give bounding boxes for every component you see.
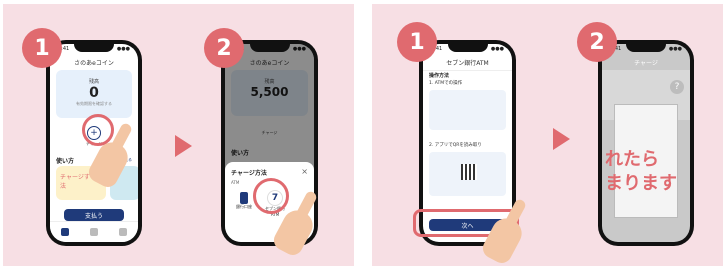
balance-value: 0 [89, 85, 99, 101]
sheet-title: チャージ方法 [231, 170, 267, 177]
step-badge-1: 1 [22, 28, 62, 68]
phone-notch [626, 44, 666, 52]
qr-code-icon [461, 164, 477, 180]
other-tab-icon[interactable] [119, 228, 128, 236]
atm-illustration [429, 90, 506, 130]
app-title: さのあeコイン [74, 60, 114, 67]
tab-bar [50, 221, 138, 242]
step-badge-1: 1 [397, 22, 437, 62]
section-label: 使い方 [56, 158, 75, 165]
bank-option-label: 銀行口座 [236, 204, 252, 209]
step-heading: 操作方法 [429, 73, 450, 79]
bank-option[interactable]: 銀行口座 [233, 192, 255, 210]
scan-frame: れたら まります [605, 104, 678, 218]
step-1-text: 1. ATMでの操作 [429, 81, 463, 86]
history-tab-icon[interactable] [89, 228, 98, 236]
balance-note: 有効期限を確認する [76, 101, 112, 106]
help-icon[interactable]: ? [670, 80, 684, 94]
step-badge-2: 2 [204, 28, 244, 68]
phone-notch [74, 44, 114, 52]
next-step-arrow-icon [175, 135, 192, 157]
step-2-text: 2. アプリでQRを読み取り [429, 143, 482, 148]
phone-notch [249, 44, 290, 52]
instruction-panel-right: 1 9:41 ●●● セブン銀行ATM 操作方法 1. ATMでの操作 2. アプ… [372, 4, 723, 267]
home-tab-icon[interactable] [60, 228, 69, 236]
big-text-line-2: まります [605, 173, 677, 194]
big-text-line-1: れたら [605, 149, 659, 170]
header-title: セブン銀行ATM [423, 58, 512, 71]
pay-button[interactable]: 支払う [64, 209, 124, 221]
balance-label: 残高 [88, 79, 99, 85]
pay-button-label: 支払う [84, 212, 103, 220]
bank-icon [240, 192, 248, 204]
next-step-arrow-icon [553, 128, 570, 150]
phone-notch [447, 44, 488, 52]
close-icon[interactable]: × [301, 167, 308, 176]
header-title: チャージ [634, 60, 658, 67]
highlight-ring-seven [253, 178, 289, 214]
phone-screen: 9:41●●● チャージ れたら まります ? [602, 44, 690, 242]
qr-illustration [429, 152, 506, 196]
sheet-subtitle: ATM [231, 180, 240, 185]
instruction-panel-left: 1 9:41 ●●● さのあeコイン 残高 0 有効期限を確認する + チャージ … [3, 4, 354, 266]
step-badge-2: 2 [577, 22, 617, 62]
balance-card: 残高 0 有効期限を確認する [56, 70, 132, 118]
phone-qr-scanner: 9:41●●● チャージ れたら まります ? [598, 40, 694, 246]
